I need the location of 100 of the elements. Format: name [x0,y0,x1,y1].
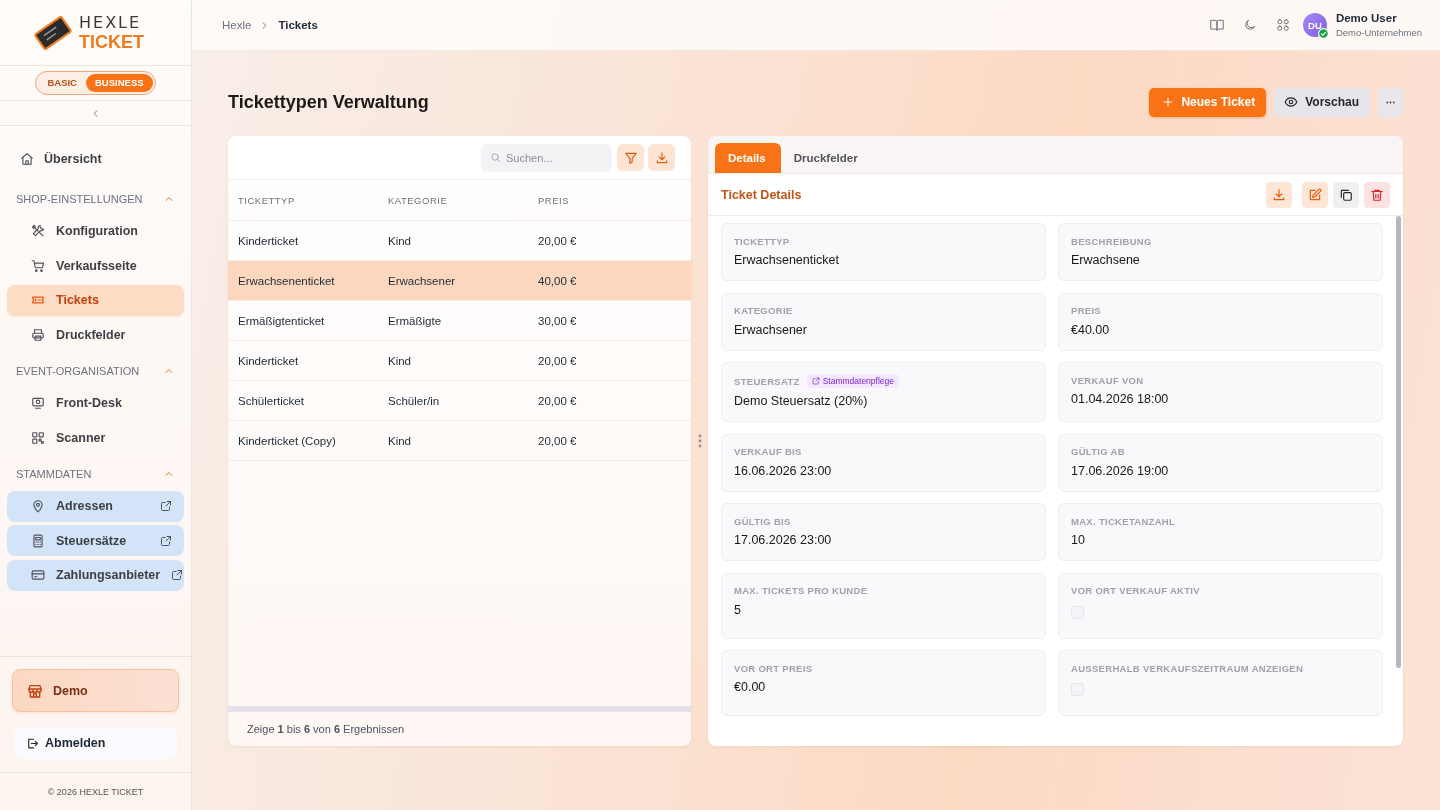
breadcrumb-current: Tickets [278,19,318,31]
logout-button[interactable]: Abmelden [14,727,177,759]
nav-item[interactable]: Konfiguration [7,215,184,247]
tools-icon [31,224,45,238]
page-title: Tickettypen Verwaltung [228,91,429,113]
column-header[interactable]: TICKETTYP [228,194,378,206]
field-value: 17.06.2026 23:00 [734,532,832,548]
credit-card-icon [31,568,45,582]
map-pin-icon [31,499,45,513]
horizontal-scrollbar[interactable] [228,706,691,712]
copyright-text: © 2026 HEXLE TICKET [47,786,144,797]
nav-item[interactable]: Scanner [7,422,184,453]
field-value: 10 [1071,532,1085,548]
field-label: AUSSERHALB VERKAUFSZEITRAUM ANZEIGEN [1071,662,1304,674]
section-header[interactable]: EVENT-ORGANISATION [7,356,184,385]
section-header[interactable]: STAMMDATEN [7,459,184,488]
field-value: €40.00 [1071,321,1110,338]
trash-icon [1370,187,1384,202]
table-row[interactable]: Ermäßigtenticket Ermäßigte 30,00 € [228,301,691,341]
moon-icon[interactable] [1242,18,1257,32]
eye-icon [1284,95,1299,109]
book-icon[interactable] [1209,18,1224,32]
user-company: Demo-Unternehmen [1335,28,1422,38]
table-cell-text: 30,00 € [537,314,578,327]
field-label: VERKAUF BIS [734,446,802,457]
edit-icon [1308,187,1322,202]
master-data-link[interactable]: Stammdatenpflege [806,374,899,388]
field-value: Erwachsener [734,321,807,338]
shop-button[interactable]: Demo [12,669,179,712]
column-header[interactable]: KATEGORIE [378,194,528,206]
field-value: Erwachsenenticket [734,252,839,268]
user-avatar[interactable]: DU [1302,13,1327,37]
delete-button[interactable] [1364,181,1390,208]
field-label: PREIS [1071,305,1101,316]
table-cell-text: Kinderticket [237,234,300,247]
printer-icon [31,327,45,342]
column-header[interactable]: PREIS [528,194,678,206]
table-cell-text: Kind [387,434,413,447]
field-label: GÜLTIG AB [1071,446,1125,457]
grid-icon[interactable] [1275,18,1290,32]
table-cell-text: 40,00 € [537,274,578,287]
home-icon [20,151,34,166]
table-cell-text: Kinderticket (Copy) [237,434,337,447]
table-cell-text: 20,00 € [537,234,578,247]
table-row[interactable]: Kinderticket (Copy) Kind 20,00 € [228,421,691,461]
field-value: 01.04.2026 18:00 [1071,391,1169,407]
nav-item[interactable]: Verkaufsseite [7,250,184,281]
panel-heading: Ticket Details [721,187,802,202]
table-row[interactable]: Schülerticket Schüler/in 20,00 € [228,381,691,421]
copy-icon [1339,187,1353,202]
field-label: VOR ORT PREIS [734,662,813,674]
scrollbar-thumb[interactable] [1396,216,1401,668]
monitor-icon [31,396,45,410]
table-cell-text: Schüler/in [387,394,441,407]
download-icon [1272,187,1286,202]
nav-item[interactable]: Adressen [7,490,184,522]
field-label: BESCHREIBUNG [1071,235,1152,247]
field-label: MAX. TICKETS PRO KUNDE [734,585,868,596]
field-label: VOR ORT VERKAUF AKTIV [1071,585,1200,596]
nav-item[interactable]: Übersicht [7,143,184,174]
edit-button[interactable] [1302,181,1328,208]
download-button[interactable] [1266,181,1292,208]
table-cell-text: 20,00 € [537,434,578,447]
table-cell-text: Kind [387,234,413,247]
logo-wordmark: HEXLE [79,14,143,31]
tab[interactable]: Druckfelder [780,143,873,173]
table-cell-text: Ermäßigte [387,314,443,327]
nav-item[interactable]: Steuersätze [7,525,184,556]
section-header[interactable]: SHOP-EINSTELLUNGEN [7,184,184,213]
nav-item[interactable]: Front-Desk [7,387,184,419]
export-button[interactable] [648,144,675,171]
drag-handle-icon[interactable] [697,434,702,448]
nav-item[interactable]: Zahlungsanbieter [7,559,184,591]
field-label: GÜLTIG BIS [734,515,791,527]
table-cell-text: Kinderticket [237,354,300,367]
table-cell-text: Erwachsener [387,274,457,287]
search-field[interactable]: Suchen... [481,143,612,172]
calculator-icon [31,533,45,548]
nav-item[interactable]: Tickets [7,284,184,316]
nav-item[interactable]: Druckfelder [7,319,184,350]
breadcrumb-link[interactable]: Hexle [222,19,252,31]
cart-icon [31,258,45,273]
table-row[interactable]: Kinderticket Kind 20,00 € [228,341,691,381]
copy-button[interactable] [1333,181,1359,208]
table-row[interactable]: Erwachsenenticket Erwachsener 40,00 € [228,261,691,301]
ticket-icon [31,293,45,307]
external-link-icon [160,534,172,547]
table-cell-text: 20,00 € [537,354,578,367]
preview-button[interactable]: Vorschau [1274,87,1370,117]
field-value: Demo Steuersatz (20%) [734,393,868,409]
field-value: €0.00 [734,679,766,695]
table-cell-text: Schülerticket [237,394,305,407]
plan-option[interactable]: BASIC [38,74,86,92]
download-icon [654,150,669,165]
search-icon [490,152,501,163]
user-name: Demo User [1335,12,1398,24]
filter-button[interactable] [617,144,644,171]
table-cell-text: Ermäßigtenticket [237,314,326,327]
field-label: KATEGORIE [734,305,793,316]
field-value: 5 [734,601,741,618]
